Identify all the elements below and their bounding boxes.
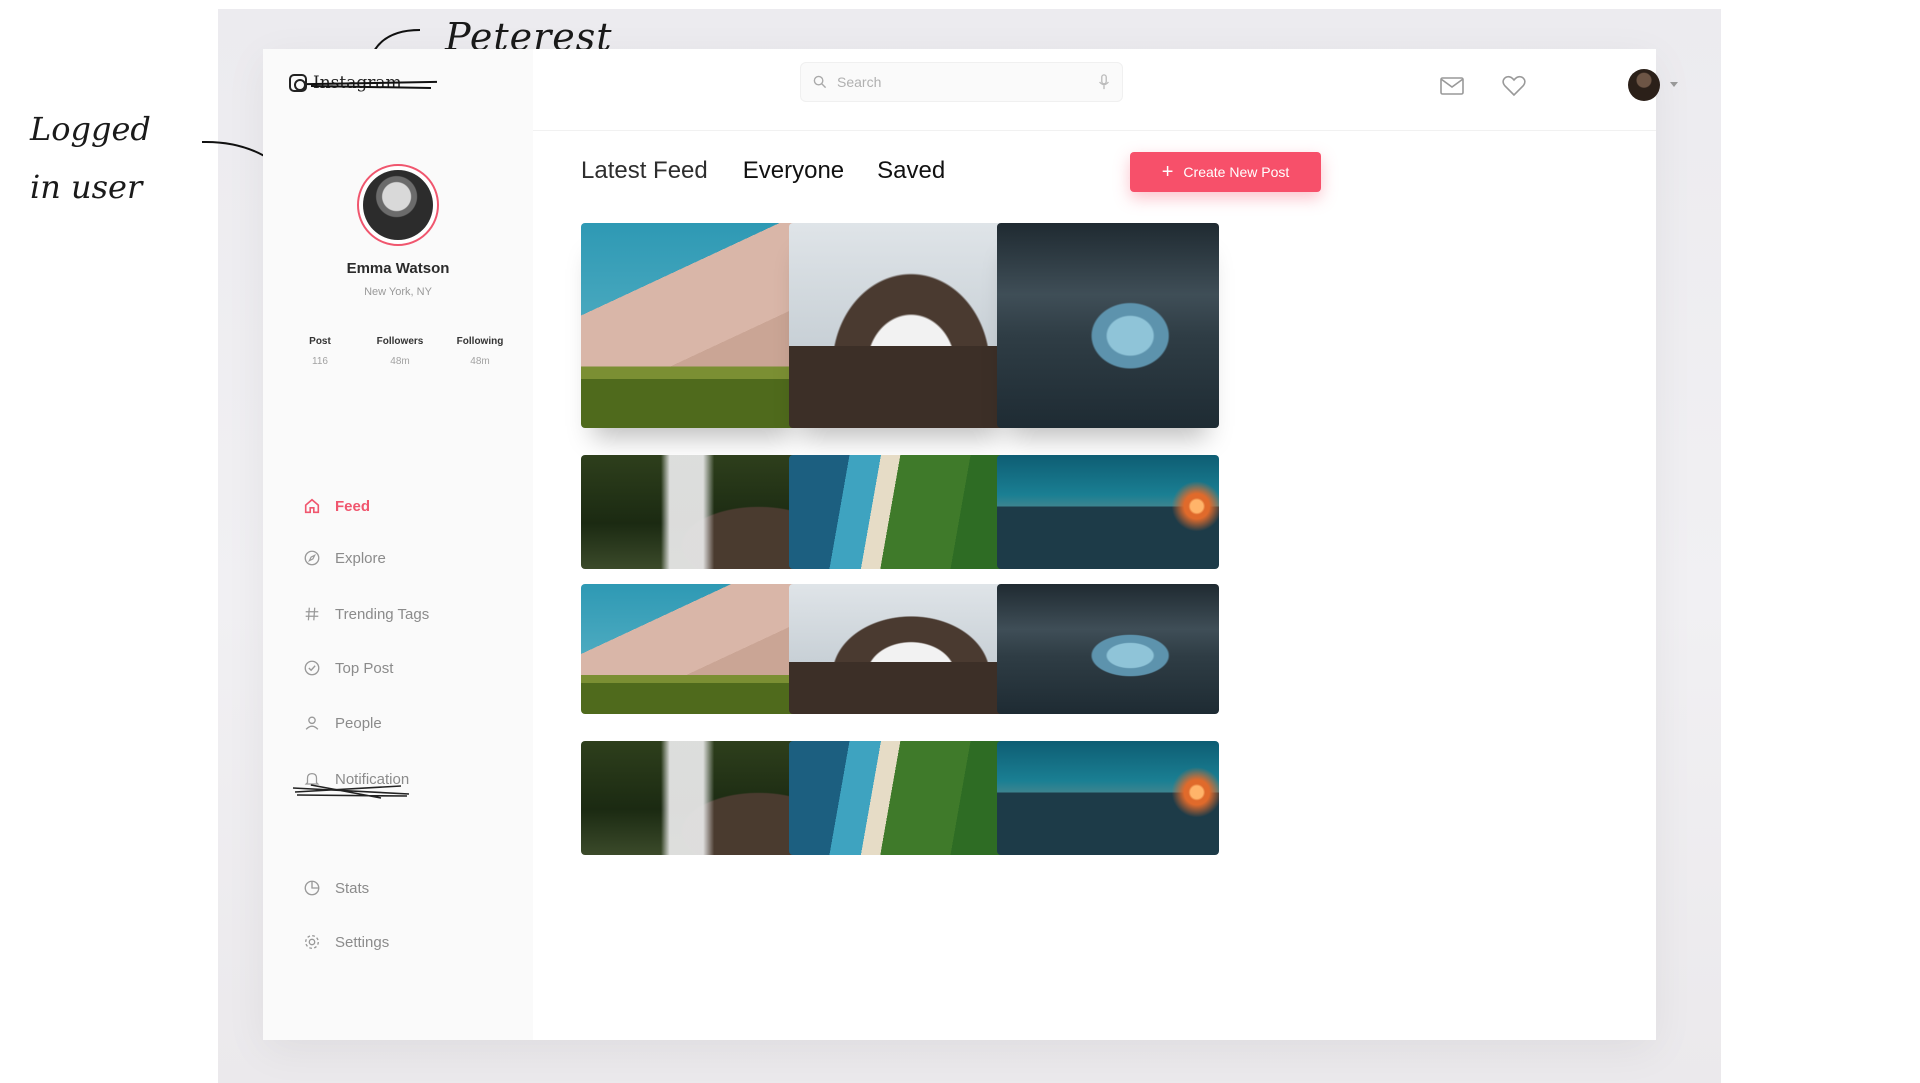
- profile-stats: Post 116 Followers 48m Following 48m: [285, 336, 515, 367]
- avatar-photo: [363, 170, 433, 240]
- post-tile[interactable]: [581, 741, 803, 855]
- sidebar-item-explore[interactable]: Explore: [303, 546, 386, 570]
- user-menu-avatar[interactable]: [1628, 69, 1660, 101]
- tab-everyone[interactable]: Everyone: [743, 157, 844, 185]
- sidebar-item-people[interactable]: People: [303, 711, 382, 735]
- person-icon: [305, 716, 319, 730]
- post-tile[interactable]: [997, 584, 1219, 714]
- screenshot-stage: Peterest Logged in user Instagram Emma W…: [0, 0, 1920, 1083]
- post-tile[interactable]: [581, 223, 803, 428]
- heart-icon[interactable]: [1501, 74, 1527, 98]
- compass-icon: [304, 550, 320, 566]
- profile-name: Emma Watson: [346, 260, 450, 277]
- annotation-user-note: Logged in user: [30, 110, 151, 206]
- sidebar: Instagram Emma Watson New York, NY Post …: [263, 49, 533, 1040]
- feed-title[interactable]: Latest Feed: [581, 157, 708, 185]
- mail-icon[interactable]: [1439, 74, 1465, 98]
- profile-avatar[interactable]: [357, 164, 439, 246]
- create-new-post-button[interactable]: + Create New Post: [1130, 152, 1321, 192]
- post-tile[interactable]: [789, 584, 1011, 714]
- stat-followers[interactable]: Followers 48m: [365, 336, 435, 367]
- stat-following[interactable]: Following 48m: [445, 336, 515, 367]
- tab-saved[interactable]: Saved: [877, 157, 945, 185]
- app-logo[interactable]: Instagram: [289, 73, 438, 93]
- post-tile[interactable]: [789, 223, 1011, 428]
- search-input[interactable]: [837, 74, 1088, 90]
- hashtag-icon: [305, 607, 319, 621]
- logo-wordmark: Instagram: [306, 73, 438, 93]
- sidebar-item-trending-tags[interactable]: Trending Tags: [303, 602, 429, 626]
- post-tile[interactable]: [997, 223, 1219, 428]
- chevron-down-icon[interactable]: [1670, 82, 1678, 87]
- gear-icon: [305, 935, 319, 949]
- microphone-icon[interactable]: [1098, 74, 1110, 90]
- post-tile[interactable]: [789, 741, 1011, 855]
- sidebar-item-stats[interactable]: Stats: [303, 876, 369, 900]
- sidebar-item-feed[interactable]: Feed: [303, 494, 370, 518]
- profile-location: New York, NY: [364, 286, 432, 298]
- stat-posts[interactable]: Post 116: [285, 336, 355, 367]
- post-tile[interactable]: [789, 455, 1011, 569]
- post-tile[interactable]: [997, 741, 1219, 855]
- app-window: Instagram Emma Watson New York, NY Post …: [263, 49, 1678, 1040]
- home-icon: [304, 498, 320, 514]
- check-circle-icon: [304, 660, 320, 676]
- search-bar: [800, 62, 1123, 102]
- post-tile[interactable]: [997, 455, 1219, 569]
- pie-chart-icon: [304, 880, 320, 896]
- post-tile[interactable]: [581, 584, 803, 714]
- plus-icon: +: [1161, 161, 1174, 183]
- camera-logo-icon: [289, 74, 307, 92]
- post-tile[interactable]: [581, 455, 803, 569]
- feed-tabs: Latest Feed Everyone Saved: [581, 157, 978, 185]
- search-icon: [813, 75, 827, 89]
- scribble-out-item: [292, 784, 410, 799]
- top-bar: [533, 49, 1678, 131]
- sidebar-item-settings[interactable]: Settings: [303, 930, 389, 954]
- sidebar-item-top-post[interactable]: Top Post: [303, 656, 393, 680]
